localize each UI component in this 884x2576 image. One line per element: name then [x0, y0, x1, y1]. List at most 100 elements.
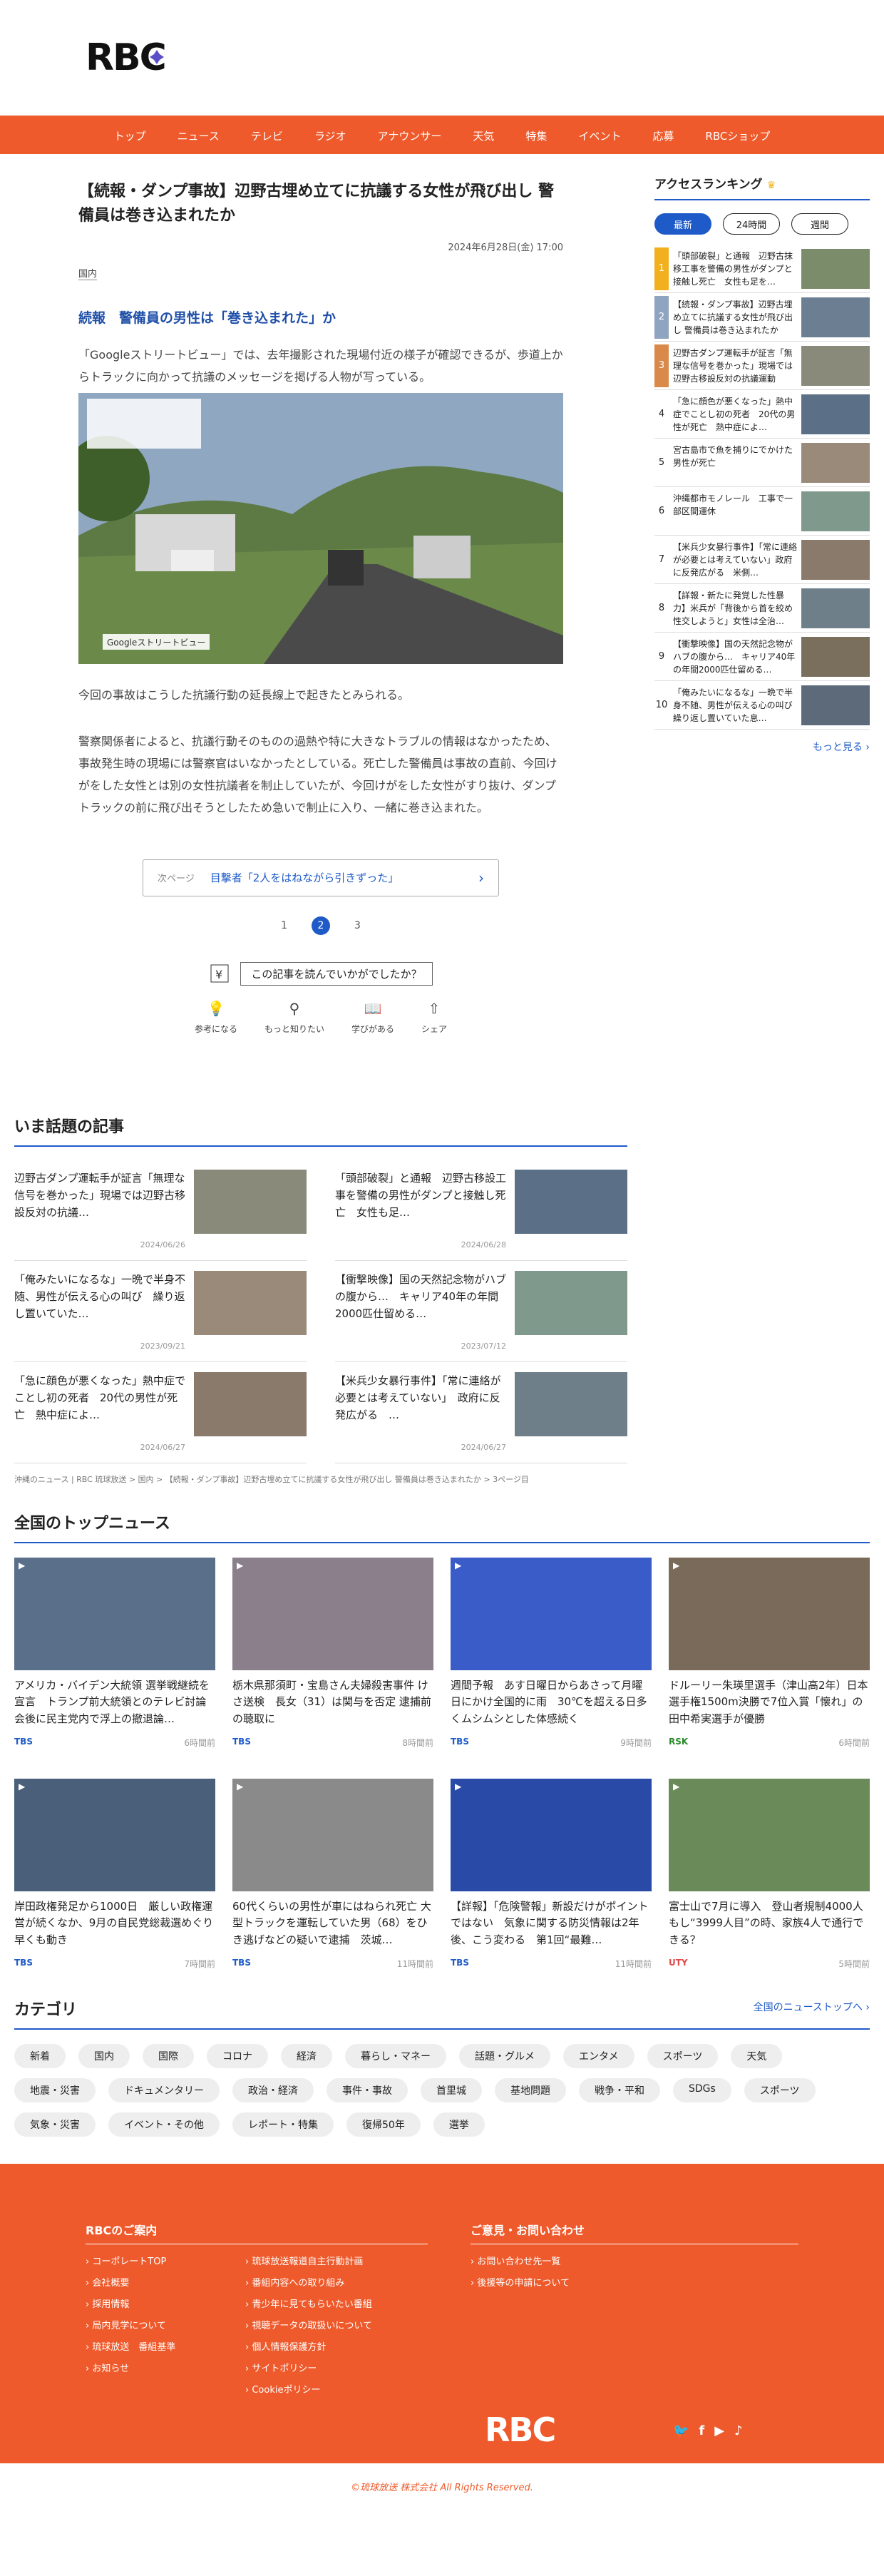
footer-link[interactable]: › 番組内容への取り組み [245, 2273, 372, 2294]
footer-link[interactable]: › 後援等の申請について [471, 2273, 798, 2294]
category-pill[interactable]: ドキュメンタリー [108, 2078, 220, 2102]
page-3[interactable]: 3 [354, 920, 361, 931]
nav-item-3[interactable]: ラジオ [299, 128, 362, 143]
ranking-more-link[interactable]: もっと見る › [654, 740, 870, 754]
footer-logo[interactable]: RBC [485, 2411, 556, 2449]
page-1[interactable]: 1 [281, 920, 287, 931]
category-pill[interactable]: 地震・災害 [14, 2078, 96, 2102]
category-pill[interactable]: イベント・その他 [108, 2112, 220, 2137]
footer-link[interactable]: › 局内見学について [86, 2316, 214, 2337]
ranking-item[interactable]: 7 【米兵少女暴行事件】「常に連絡が必要とは考えていない」政府に反発広がる 米側… [654, 536, 870, 584]
footer-link[interactable]: › お問い合わせ先一覧 [471, 2252, 798, 2273]
ranking-item[interactable]: 3 辺野古ダンプ運転手が証言「無理な信号を巻かった」現場では辺野古移設反対の抗議運… [654, 342, 870, 390]
play-icon: ▶ [673, 1782, 680, 1792]
category-pill[interactable]: 戦争・平和 [579, 2078, 660, 2102]
footer-link[interactable]: › 会社概要 [86, 2273, 214, 2294]
trending-item[interactable]: 【米兵少女暴行事件】「常に連絡が必要とは考えていない」 政府に反発広がる … 20… [335, 1362, 627, 1463]
category-pill[interactable]: エンタメ [563, 2044, 634, 2068]
footer-link[interactable]: › 視聴データの取扱いについて [245, 2316, 372, 2337]
next-page-button[interactable]: 次ページ 目撃者「2人をはねながら引きずった」 › [143, 859, 499, 896]
footer-link[interactable]: › 琉球放送報道自主行動計画 [245, 2252, 372, 2273]
ranking-item[interactable]: 6 沖縄都市モノレール 工事で一部区間運休 [654, 487, 870, 536]
nav-item-0[interactable]: トップ [98, 128, 162, 143]
category-pill[interactable]: スポーツ [744, 2078, 816, 2102]
footer-link[interactable]: › サイトポリシー [245, 2358, 372, 2380]
category-pill[interactable]: 話題・グルメ [459, 2044, 550, 2068]
twitter-icon[interactable]: 🐦 [673, 2423, 689, 2438]
footer-link[interactable]: › 個人情報保護方針 [245, 2337, 372, 2358]
nav-item-2[interactable]: テレビ [235, 128, 299, 143]
footer-link[interactable]: › Cookieポリシー [245, 2380, 372, 2401]
facebook-icon[interactable]: f [699, 2423, 704, 2438]
category-pill[interactable]: 天気 [731, 2044, 783, 2068]
category-pill[interactable]: 経済 [281, 2044, 332, 2068]
national-news-item[interactable]: ▶ 週間予報 あす日曜日からあさって月曜日にかけ全国的に雨 30℃を超える日多くム… [451, 1558, 652, 1766]
category-pill[interactable]: 新着 [14, 2044, 66, 2068]
category-pill[interactable]: 事件・事故 [327, 2078, 408, 2102]
react-share[interactable]: ⇧ シェア [421, 1000, 447, 1035]
ranking-number: 9 [658, 651, 665, 662]
nav-item-7[interactable]: イベント [562, 128, 637, 143]
trending-item[interactable]: 【衝撃映像】国の天然記念物がハブの腹から… キャリア40年の年間2000匹仕留め… [335, 1261, 627, 1362]
category-pill[interactable]: 暮らし・マネー [345, 2044, 446, 2068]
youtube-icon[interactable]: ▶ [714, 2423, 724, 2438]
nav-item-1[interactable]: ニュース [162, 128, 235, 143]
trending-date: 2024/06/26 [140, 1240, 185, 1250]
national-news-item[interactable]: ▶ 【詳報】「危険警報」新設だけがポイントではない 気象に関する防災情報は2年後、… [451, 1779, 652, 1987]
trending-item[interactable]: 辺野古ダンプ運転手が証言「無理な信号を巻かった」現場では辺野古移設反対の抗議… 2… [14, 1160, 307, 1261]
ranking-item[interactable]: 1 「頭部破裂」と通報 辺野古抹移工事を警備の男性がダンプと接触し死亡 女性も足を… [654, 245, 870, 293]
nav-item-5[interactable]: 天気 [457, 128, 510, 143]
article-category[interactable]: 国内 [78, 266, 98, 281]
tab-latest[interactable]: 最新 [654, 213, 711, 235]
tiktok-icon[interactable]: ♪ [734, 2423, 743, 2438]
national-news-item[interactable]: ▶ ドルーリー朱瑛里選手（津山高2年）日本選手権1500m決勝で7位入賞「懐れ」の… [669, 1558, 870, 1766]
category-pill[interactable]: SDGs [673, 2078, 731, 2102]
footer-link[interactable]: › コーポレートTOP [86, 2252, 214, 2273]
ranking-item[interactable]: 9 【衝撃映像】国の天然記念物がハブの腹から… キャリア40年の年間2000匹仕留… [654, 633, 870, 681]
category-pill[interactable]: レポート・特集 [232, 2112, 334, 2137]
nav-item-6[interactable]: 特集 [510, 128, 562, 143]
trending-item[interactable]: 「急に顔色が悪くなった」熱中症でことし初の死者 20代の男性が死亡 熱中症によ…… [14, 1362, 307, 1463]
national-news-item[interactable]: ▶ 60代くらいの男性が車にはねられ死亡 大型トラックを運転していた男（68）をひ… [232, 1779, 433, 1987]
national-news-item[interactable]: ▶ 岸田政権発足から1000日 厳しい政権運営が続くなか、9月の自民党総裁選めぐり… [14, 1779, 215, 1987]
ranking-item[interactable]: 5 宮古島市で魚を捕りにでかけた男性が死亡 [654, 439, 870, 487]
nav-item-9[interactable]: RBCショップ [689, 128, 786, 143]
breadcrumb[interactable]: 沖縄のニュース | RBC 琉球放送 > 国内 > 【続報・ダンプ事故】辺野古埋… [14, 1473, 529, 1485]
ranking-thumbnail [801, 442, 870, 483]
article-paragraph-2: 今回の事故はこうした抗議行動の延長線上で起きたとみられる。 [78, 688, 410, 702]
category-pill[interactable]: 基地問題 [495, 2078, 566, 2102]
ranking-item[interactable]: 4 「急に顔色が悪くなった」熱中症でことし初の死者 20代の男性が死亡 熱中症によ… [654, 390, 870, 439]
nav-item-4[interactable]: アナウンサー [362, 128, 458, 143]
ranking-item[interactable]: 8 【詳報・新たに発覚した性暴力】米兵が「背後から首を絞め性交しようと」女性は全治… [654, 584, 870, 633]
national-news-item[interactable]: ▶ アメリカ・バイデン大統領 選挙戦継続を宣言 トランプ前大統領とのテレビ討論会後… [14, 1558, 215, 1766]
trending-item[interactable]: 「俺みたいになるな」一晩で半身不随、男性が伝える心の叫び 繰り返し置いていた… 2… [14, 1261, 307, 1362]
share-icon: ⇧ [428, 999, 441, 1017]
react-want-more[interactable]: ⚲ もっと知りたい [264, 1000, 324, 1035]
category-pill[interactable]: 政治・経済 [232, 2078, 314, 2102]
footer-link[interactable]: › 青少年に見てもらいたい番組 [245, 2294, 372, 2316]
trending-item[interactable]: 「頭部破裂」と通報 辺野古移設工事を警備の男性がダンプと接触し死亡 女性も足… 2… [335, 1160, 627, 1261]
react-helpful[interactable]: 💡 参考になる [195, 1000, 237, 1035]
ranking-item[interactable]: 10 「俺みたいになるな」一晩で半身不随、男性が伝える心の叫び 繰り返し置いていた… [654, 681, 870, 730]
category-pill[interactable]: スポーツ [647, 2044, 719, 2068]
footer-link[interactable]: › 採用情報 [86, 2294, 214, 2316]
rbc-logo[interactable]: RBC [86, 29, 168, 86]
category-pill[interactable]: 選挙 [433, 2112, 485, 2137]
category-pill[interactable]: 復帰50年 [346, 2112, 421, 2137]
national-news-item[interactable]: ▶ 栃木県那須町・宝島さん夫婦殺害事件 けさ送検 長女（31）は関与を否定 逮捕前… [232, 1558, 433, 1766]
category-pill[interactable]: 国際 [143, 2044, 194, 2068]
footer-link[interactable]: › 琉球放送 番組基準 [86, 2337, 214, 2358]
category-pill[interactable]: 首里城 [421, 2078, 482, 2102]
react-learning[interactable]: 📖 学びがある [351, 1000, 394, 1035]
ranking-text: 【衝撃映像】国の天然記念物がハブの腹から… キャリア40年の年間2000匹仕留め… [673, 638, 796, 675]
category-pill[interactable]: コロナ [207, 2044, 268, 2068]
nav-item-8[interactable]: 応募 [637, 128, 689, 143]
category-pill[interactable]: 気象・災害 [14, 2112, 96, 2137]
tab-24h[interactable]: 24時間 [723, 213, 780, 235]
category-pill[interactable]: 国内 [78, 2044, 130, 2068]
footer-link[interactable]: › お知らせ [86, 2358, 214, 2380]
tab-weekly[interactable]: 週間 [791, 213, 848, 235]
ranking-text: 【続報・ダンプ事故】辺野古埋め立てに抗議する女性が飛び出し 警備員は巻き込まれた… [673, 299, 793, 335]
national-news-item[interactable]: ▶ 富士山で7月に導入 登山者規制4000人 もし“3999人目”の時、家族4人で… [669, 1779, 870, 1987]
ranking-item[interactable]: 2 【続報・ダンプ事故】辺野古埋め立てに抗議する女性が飛び出し 警備員は巻き込まれ… [654, 293, 870, 342]
